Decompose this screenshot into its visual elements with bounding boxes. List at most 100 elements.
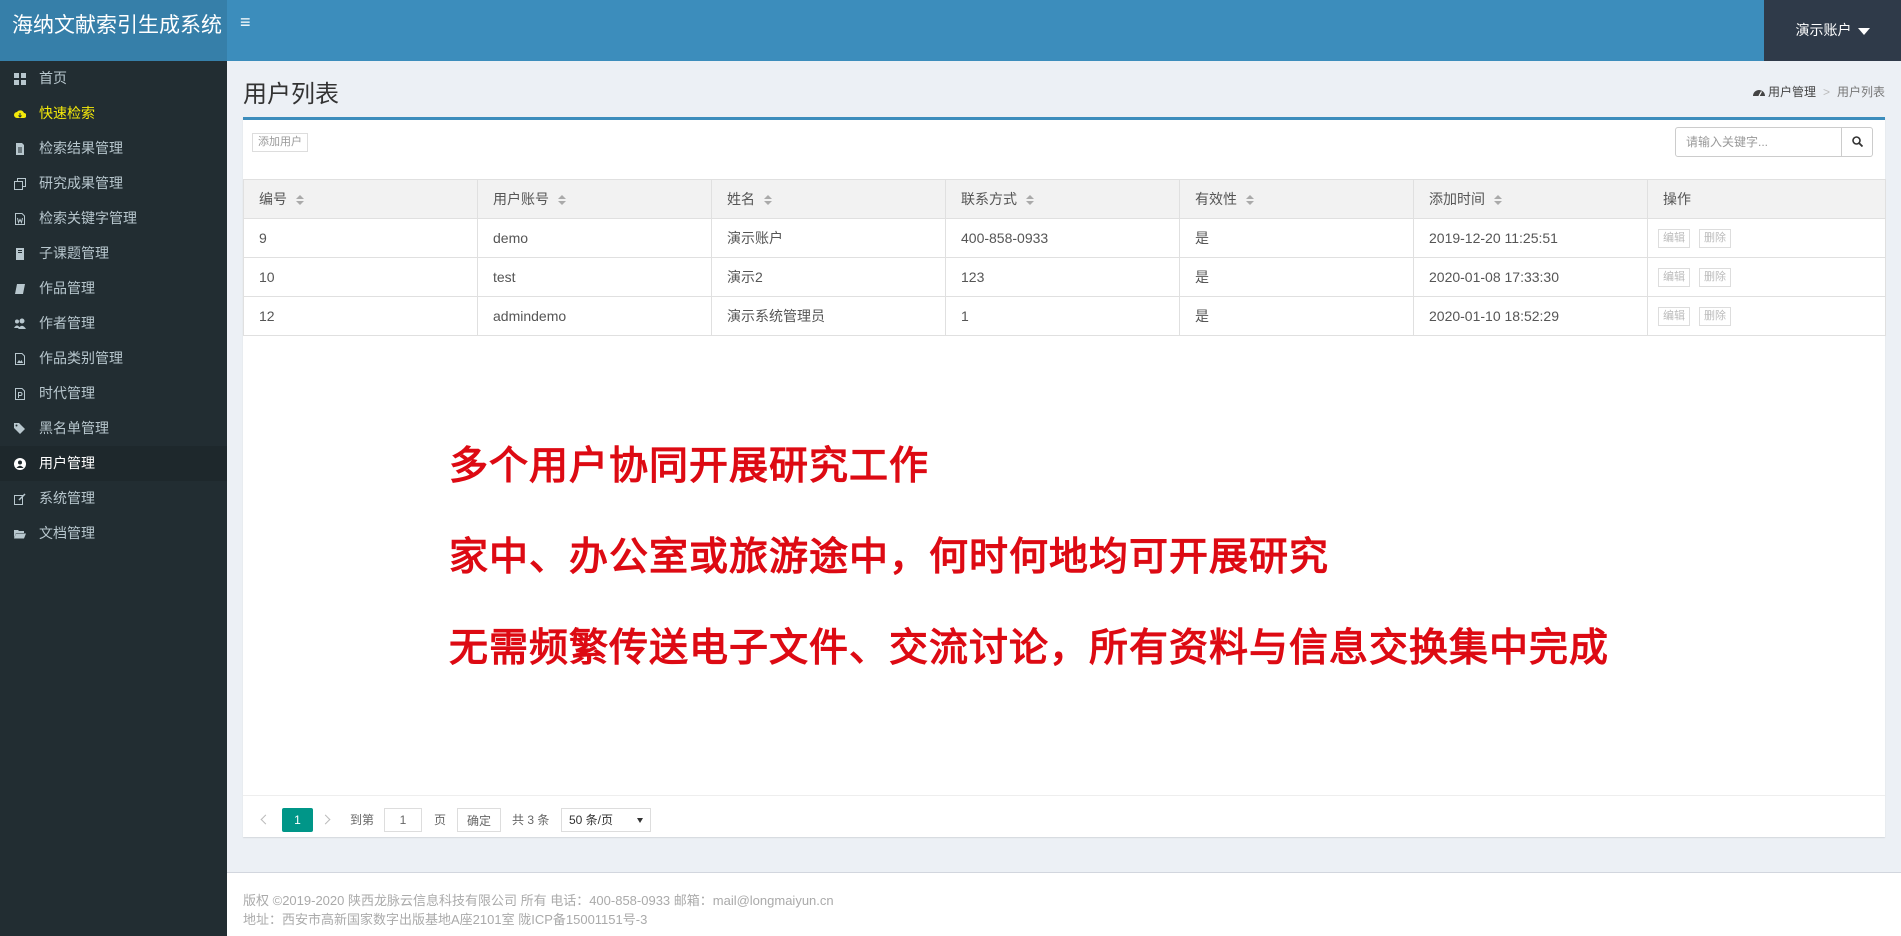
sidebar-item-label: 作者管理 — [39, 315, 95, 331]
column-header-account[interactable]: 用户账号 — [477, 179, 712, 219]
folder-open-icon — [14, 530, 26, 539]
cell-account: admindemo — [477, 296, 712, 336]
sidebar-item-home[interactable]: 首页 — [0, 61, 227, 96]
cell-contact: 123 — [945, 257, 1180, 297]
sidebar-item-label: 用户管理 — [39, 455, 95, 471]
breadcrumb-current: 用户列表 — [1836, 85, 1885, 99]
edit-icon — [14, 493, 26, 505]
cell-id: 9 — [243, 218, 478, 258]
column-header-added[interactable]: 添加时间 — [1413, 179, 1648, 219]
page-size-select[interactable]: 50 条/页 — [561, 808, 651, 832]
delete-button[interactable]: 删除 — [1699, 229, 1731, 248]
table-row: 10 test 演示2 123 是 2020-01-08 17:33:30 编辑… — [243, 257, 1886, 297]
search-button[interactable] — [1842, 127, 1873, 157]
column-header-label: 操作 — [1663, 191, 1691, 207]
breadcrumb-separator: > — [1822, 85, 1830, 99]
page-number-current[interactable]: 1 — [282, 808, 313, 832]
sort-icon[interactable] — [1026, 194, 1034, 206]
sidebar-item-label: 时代管理 — [39, 385, 95, 401]
total-count: 共 3 条 — [512, 813, 550, 827]
sidebar-item-research-results[interactable]: 研究成果管理 — [0, 166, 227, 201]
file-word-icon — [15, 213, 25, 225]
column-header-label: 用户账号 — [493, 191, 549, 207]
edit-button[interactable]: 编辑 — [1658, 307, 1690, 326]
column-header-contact[interactable]: 联系方式 — [945, 179, 1180, 219]
pagination: 1 到第 页 确定 共 3 条 50 条/页 — [243, 795, 1885, 837]
sidebar-item-user-management[interactable]: 用户管理 — [0, 446, 227, 481]
sidebar-item-label: 系统管理 — [39, 490, 95, 506]
breadcrumb: 用户管理 > 用户列表 — [1752, 83, 1885, 100]
user-account-label: 演示账户 — [1795, 22, 1852, 38]
promo-text-line: 无需频繁传送电子文件、交流讨论，所有资料与信息交换集中完成 — [449, 625, 1610, 671]
cell-actions: 编辑 删除 — [1647, 296, 1886, 336]
next-page-icon[interactable] — [318, 808, 336, 832]
clone-icon — [14, 178, 26, 190]
user-account-menu[interactable]: 演示账户 — [1764, 0, 1901, 61]
cell-name: 演示账户 — [711, 218, 946, 258]
column-header-label: 编号 — [259, 191, 287, 207]
edit-button[interactable]: 编辑 — [1658, 229, 1690, 248]
page-footer: 版权 ©2019-2020 陕西龙脉云信息科技有限公司 所有 电话：400-85… — [227, 872, 1901, 936]
page-suffix-label: 页 — [434, 813, 447, 827]
cell-name: 演示2 — [711, 257, 946, 297]
app-logo[interactable]: 海纳文献索引生成系统 — [0, 0, 227, 61]
cell-added: 2020-01-10 18:52:29 — [1413, 296, 1648, 336]
sort-icon[interactable] — [1246, 194, 1254, 206]
cell-actions: 编辑 删除 — [1647, 218, 1886, 258]
sidebar-item-label: 文档管理 — [39, 525, 95, 541]
cell-added: 2019-12-20 11:25:51 — [1413, 218, 1648, 258]
sidebar-item-authors[interactable]: 作者管理 — [0, 306, 227, 341]
delete-button[interactable]: 删除 — [1699, 268, 1731, 287]
column-header-valid[interactable]: 有效性 — [1179, 179, 1414, 219]
search-input[interactable] — [1675, 127, 1842, 157]
column-header-label: 姓名 — [727, 191, 755, 207]
dashboard-icon — [14, 73, 26, 85]
user-table: 编号 用户账号 姓名 联系方式 有效性 添加时间 操作 9 demo 演示账户 … — [243, 179, 1886, 336]
caret-down-icon — [1857, 27, 1870, 35]
add-user-button[interactable]: 添加用户 — [252, 133, 308, 152]
book-icon — [15, 284, 25, 294]
sidebar-item-search-results[interactable]: 检索结果管理 — [0, 131, 227, 166]
sidebar-item-documents[interactable]: 文档管理 — [0, 516, 227, 551]
edit-button[interactable]: 编辑 — [1658, 268, 1690, 287]
sidebar-item-label: 作品类别管理 — [39, 350, 123, 366]
sidebar-item-blacklist[interactable]: 黑名单管理 — [0, 411, 227, 446]
sidebar-item-quick-search[interactable]: 快速检索 — [0, 96, 227, 131]
sidebar-item-work-categories[interactable]: 作品类别管理 — [0, 341, 227, 376]
column-header-name[interactable]: 姓名 — [711, 179, 946, 219]
goto-confirm-button[interactable]: 确定 — [457, 808, 502, 832]
cloud-download-icon — [14, 110, 26, 118]
search-icon — [1851, 135, 1863, 147]
cell-id: 10 — [243, 257, 478, 297]
sidebar-item-label: 黑名单管理 — [39, 420, 109, 436]
sort-icon[interactable] — [1494, 194, 1502, 206]
cell-name: 演示系统管理员 — [711, 296, 946, 336]
sidebar: 首页 快速检索 检索结果管理 研究成果管理 检索关键字管理 子课题管理 作品管理… — [0, 61, 227, 936]
breadcrumb-parent[interactable]: 用户管理 — [1768, 85, 1816, 99]
user-list-panel: 添加用户 编号 用户账号 姓名 联系方式 有效性 添加时间 操作 9 demo … — [243, 117, 1886, 837]
sidebar-item-works[interactable]: 作品管理 — [0, 271, 227, 306]
table-row: 12 admindemo 演示系统管理员 1 是 2020-01-10 18:5… — [243, 296, 1886, 336]
cell-valid: 是 — [1179, 257, 1414, 297]
sort-icon[interactable] — [764, 194, 772, 206]
sidebar-item-eras[interactable]: 时代管理 — [0, 376, 227, 411]
sidebar-item-keywords[interactable]: 检索关键字管理 — [0, 201, 227, 236]
sidebar-item-system[interactable]: 系统管理 — [0, 481, 227, 516]
goto-page-input[interactable] — [384, 808, 422, 832]
sort-icon[interactable] — [558, 194, 566, 206]
column-header-actions: 操作 — [1647, 179, 1886, 219]
column-header-id[interactable]: 编号 — [243, 179, 478, 219]
sidebar-toggle-icon[interactable]: ≡ — [240, 12, 251, 32]
prev-page-icon[interactable] — [256, 808, 274, 832]
footer-address: 地址：西安市高新国家数字出版基地A座2101室 陇ICP备15001151号-3 — [243, 912, 648, 927]
sort-icon[interactable] — [296, 194, 304, 206]
chevron-down-icon — [637, 818, 643, 823]
delete-button[interactable]: 删除 — [1699, 307, 1731, 326]
user-circle-icon — [14, 458, 26, 470]
column-header-label: 添加时间 — [1429, 191, 1485, 207]
sidebar-item-subtopics[interactable]: 子课题管理 — [0, 236, 227, 271]
top-header: 海纳文献索引生成系统 ≡ 演示账户 — [0, 0, 1901, 61]
users-icon — [14, 318, 26, 329]
table-row: 9 demo 演示账户 400-858-0933 是 2019-12-20 11… — [243, 218, 1886, 258]
sidebar-item-label: 研究成果管理 — [39, 175, 123, 191]
